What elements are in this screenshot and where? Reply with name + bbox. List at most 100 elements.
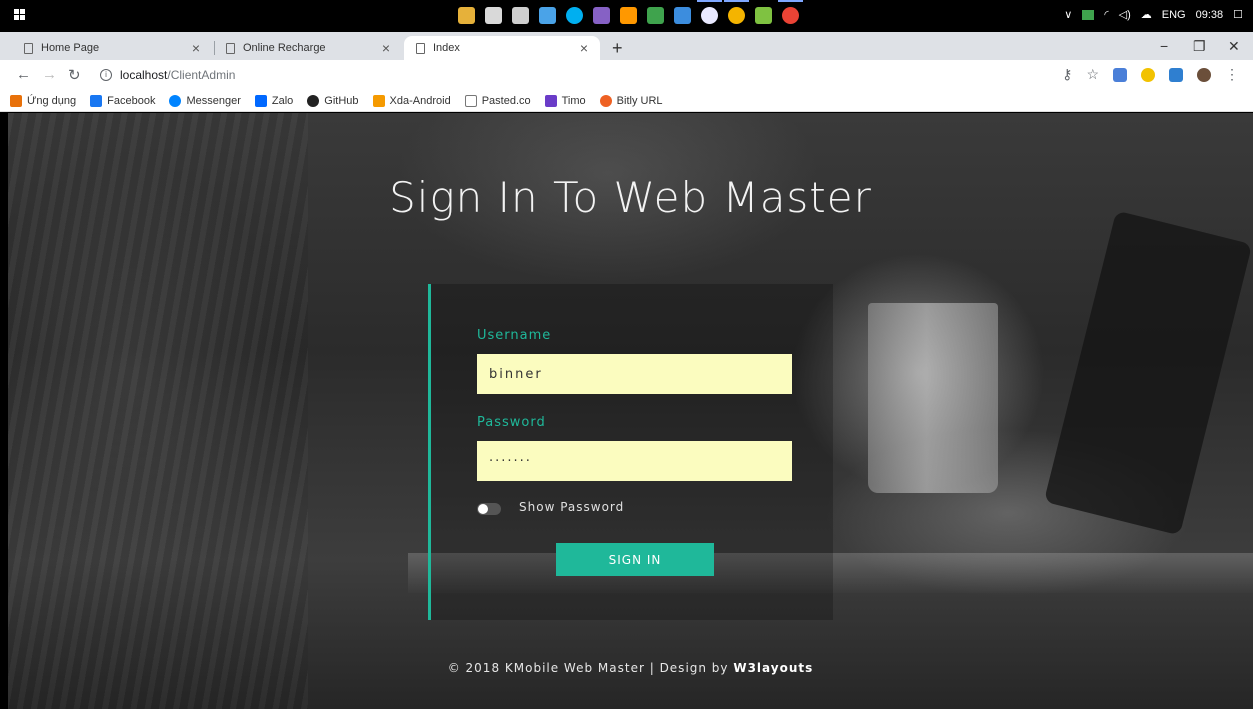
bookmark-timo[interactable]: Timo — [544, 94, 586, 107]
chevron-up-icon[interactable]: ∨ — [1064, 8, 1072, 21]
page-icon — [416, 42, 425, 54]
bookmark-facebook[interactable]: Facebook — [90, 94, 156, 107]
new-tab-button[interactable]: + — [612, 38, 623, 59]
close-icon[interactable]: × — [382, 40, 390, 56]
show-password-label: Show Password — [519, 500, 625, 514]
messenger-icon — [169, 94, 182, 107]
url-host: localhost — [120, 68, 168, 82]
bookmarks-bar: Ứng dụng Facebook Messenger Zalo GitHub … — [0, 90, 1253, 112]
notification-icon[interactable]: ☐ — [1233, 8, 1243, 21]
profile-avatar[interactable] — [1197, 67, 1211, 82]
app-icon[interactable] — [539, 7, 556, 24]
sign-in-button[interactable]: SIGN IN — [556, 543, 714, 576]
bookmark-label: Bitly URL — [616, 94, 663, 107]
extension-icon[interactable] — [1169, 67, 1183, 82]
facebook-icon — [90, 94, 103, 107]
window-close-button[interactable]: ✕ — [1228, 38, 1240, 55]
bookmark-label: Zalo — [271, 94, 294, 107]
login-page: Sign In To Web Master Username binner Pa… — [8, 113, 1253, 709]
footer-brand-link[interactable]: W3layouts — [733, 661, 813, 675]
wifi-icon[interactable]: ◜ — [1104, 8, 1108, 21]
file-explorer-icon[interactable] — [458, 7, 475, 24]
app-icon[interactable] — [512, 7, 529, 24]
bookmark-apps[interactable]: Ứng dụng — [10, 94, 77, 107]
github-icon — [307, 94, 320, 107]
username-field[interactable]: binner — [477, 354, 792, 394]
chrome-icon[interactable] — [778, 0, 803, 24]
windows-start-icon[interactable] — [14, 9, 26, 21]
login-form: Username binner Password ······· Show Pa… — [428, 284, 833, 620]
extension-icon[interactable] — [1113, 67, 1127, 82]
bookmark-xda[interactable]: Xda-Android — [372, 94, 451, 107]
bookmark-pasted[interactable]: Pasted.co — [464, 94, 531, 107]
tab-strip: Home Page × Online Recharge × Index × + … — [0, 32, 1253, 60]
bookmark-label: Ứng dụng — [27, 94, 77, 107]
bookmark-zalo[interactable]: Zalo — [254, 94, 294, 107]
app-icon[interactable] — [647, 7, 664, 24]
restore-button[interactable]: ❐ — [1193, 38, 1206, 55]
background-mug — [868, 303, 998, 493]
page-icon — [464, 94, 477, 107]
footer-text: © 2018 KMobile Web Master | Design by — [447, 661, 734, 675]
close-icon[interactable]: × — [192, 40, 200, 56]
back-button[interactable]: ← — [16, 66, 31, 83]
minimize-button[interactable]: − — [1160, 38, 1168, 54]
reload-button[interactable]: ↻ — [68, 66, 81, 84]
forward-button[interactable]: → — [42, 66, 57, 83]
page-title: Sign In To Web Master — [389, 173, 872, 222]
bookmark-label: Pasted.co — [481, 94, 531, 107]
password-label: Password — [477, 415, 546, 430]
bookmark-bitly[interactable]: Bitly URL — [599, 94, 663, 107]
volume-icon[interactable]: ◁) — [1119, 8, 1131, 21]
password-field[interactable]: ······· — [477, 441, 792, 481]
skype-icon[interactable] — [566, 7, 583, 24]
menu-icon[interactable]: ⋮ — [1225, 66, 1239, 83]
cloud-icon[interactable]: ☁ — [1141, 8, 1152, 21]
app-icon[interactable] — [697, 0, 722, 24]
footer: © 2018 KMobile Web Master | Design by W3… — [8, 661, 1253, 675]
language-indicator[interactable]: ENG — [1162, 9, 1186, 21]
clock[interactable]: 09:38 — [1196, 9, 1224, 21]
bookmark-messenger[interactable]: Messenger — [169, 94, 241, 107]
tab-online-recharge[interactable]: Online Recharge × — [214, 36, 402, 60]
url-path: /ClientAdmin — [167, 68, 236, 82]
show-password-toggle[interactable] — [477, 503, 501, 515]
bitly-icon — [599, 94, 612, 107]
app-icon[interactable] — [485, 7, 502, 24]
key-icon[interactable]: ⚷ — [1062, 66, 1072, 83]
tab-label: Online Recharge — [243, 42, 326, 54]
browser-toolbar: ← → ↻ i localhost/ClientAdmin ⚷ ☆ ⋮ — [0, 60, 1253, 90]
sublime-icon[interactable] — [620, 7, 637, 24]
close-icon[interactable]: × — [580, 40, 588, 56]
toolbar-actions: ⚷ ☆ ⋮ — [1062, 66, 1239, 83]
bookmark-label: Timo — [561, 94, 586, 107]
bookmark-label: GitHub — [324, 94, 359, 107]
windows-taskbar: ∨ ◜ ◁) ☁ ENG 09:38 ☐ — [0, 0, 1253, 32]
system-tray: ∨ ◜ ◁) ☁ ENG 09:38 ☐ — [1064, 8, 1243, 22]
username-label: Username — [477, 328, 552, 343]
tab-home-page[interactable]: Home Page × — [12, 36, 212, 60]
xda-icon — [372, 94, 385, 107]
app-icon[interactable] — [755, 7, 772, 24]
timo-icon — [544, 94, 557, 107]
zalo-icon — [254, 94, 267, 107]
tab-label: Home Page — [41, 42, 100, 54]
address-bar[interactable]: i localhost/ClientAdmin — [92, 64, 1102, 86]
tab-label: Index — [433, 42, 460, 54]
app-icon[interactable] — [674, 7, 691, 24]
page-icon — [226, 42, 235, 54]
star-icon[interactable]: ☆ — [1086, 66, 1099, 83]
info-icon[interactable]: i — [100, 69, 112, 81]
background-phone — [1043, 210, 1253, 536]
bookmark-github[interactable]: GitHub — [307, 94, 359, 107]
bookmark-label: Facebook — [107, 94, 156, 107]
bookmark-label: Xda-Android — [389, 94, 451, 107]
chrome-icon[interactable] — [724, 0, 749, 24]
taskbar-apps — [458, 0, 803, 24]
visual-studio-icon[interactable] — [593, 7, 610, 24]
apps-icon — [10, 94, 22, 107]
battery-icon[interactable] — [1082, 9, 1095, 20]
bookmark-label: Messenger — [186, 94, 241, 107]
tab-index[interactable]: Index × — [404, 36, 600, 60]
extension-icon[interactable] — [1141, 67, 1155, 82]
